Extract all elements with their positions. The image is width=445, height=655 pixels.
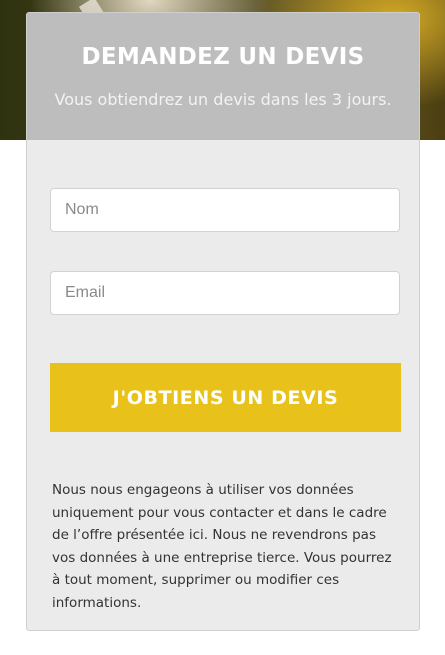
- get-quote-button[interactable]: J'OBTIENS UN DEVIS: [50, 363, 401, 432]
- email-input[interactable]: [50, 271, 400, 315]
- name-input[interactable]: [50, 188, 400, 232]
- quote-request-card: DEMANDEZ UN DEVIS Vous obtiendrez un dev…: [26, 12, 420, 631]
- privacy-disclaimer: Nous nous engageons à utiliser vos donné…: [52, 482, 392, 611]
- form-subtitle: Vous obtiendrez un devis dans les 3 jour…: [54, 90, 392, 109]
- form-title: DEMANDEZ UN DEVIS: [81, 44, 365, 70]
- card-header: DEMANDEZ UN DEVIS Vous obtiendrez un dev…: [27, 13, 419, 140]
